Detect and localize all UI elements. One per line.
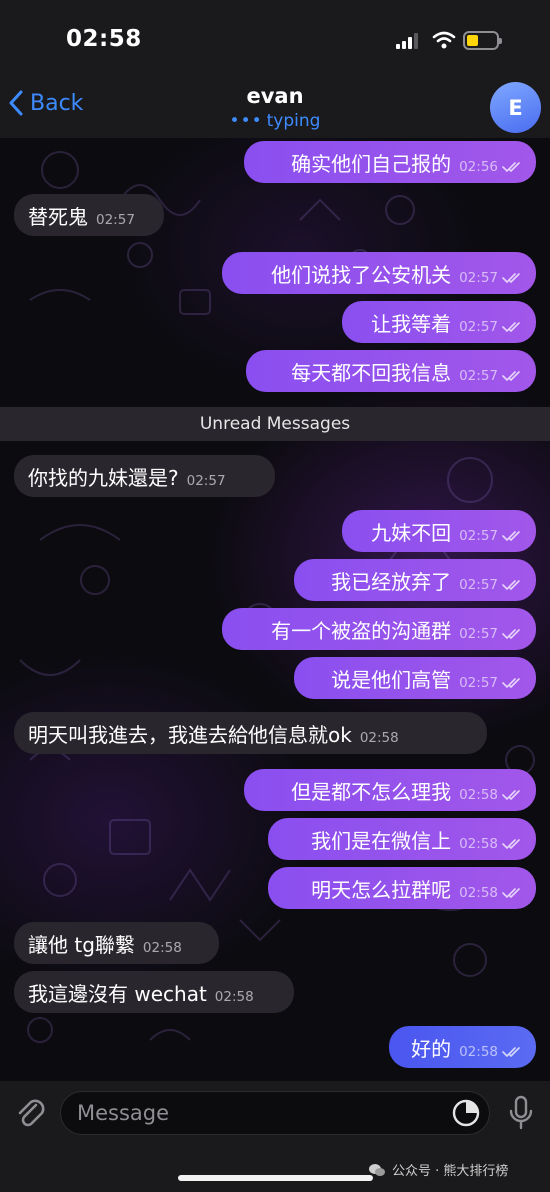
read-checks-icon xyxy=(502,371,520,382)
watermark-text: 公众号 · 熊大排行榜 xyxy=(392,1164,509,1179)
message-text: 你找的九妹還是? xyxy=(28,465,179,490)
message-time: 02:57 xyxy=(459,528,498,544)
chat-header: Back evan ••• typing E xyxy=(0,80,550,138)
outgoing-message[interactable]: 明天怎么拉群呢 02:58 xyxy=(268,867,536,909)
message-text: 我這邊沒有 wechat xyxy=(28,981,207,1006)
outgoing-message[interactable]: 确实他们自己报的 02:56 xyxy=(244,141,536,183)
message-time: 02:56 xyxy=(459,159,498,175)
outgoing-message[interactable]: 但是都不怎么理我 02:58 xyxy=(244,769,536,811)
message-text: 讓他 tg聯繫 xyxy=(28,932,135,957)
outgoing-message[interactable]: 让我等着 02:57 xyxy=(342,301,536,343)
read-checks-icon xyxy=(502,322,520,333)
cellular-signal-icon xyxy=(396,33,418,49)
message-text: 有一个被盗的沟通群 xyxy=(271,618,452,643)
message-placeholder: Message xyxy=(77,1101,170,1125)
typing-dots-icon: ••• xyxy=(229,111,263,131)
message-time: 02:57 xyxy=(459,270,498,286)
message-time: 02:57 xyxy=(459,577,498,593)
incoming-message[interactable]: 替死鬼 02:57 xyxy=(14,194,164,236)
message-time: 02:58 xyxy=(359,730,399,746)
battery-icon xyxy=(463,31,502,50)
outgoing-message[interactable]: 有一个被盗的沟通群 02:57 xyxy=(222,608,536,650)
read-checks-icon xyxy=(502,839,520,850)
outgoing-message[interactable]: 我们是在微信上 02:58 xyxy=(268,818,536,860)
message-time: 02:58 xyxy=(459,885,498,901)
message-time: 02:57 xyxy=(459,626,498,642)
message-time: 02:58 xyxy=(459,787,498,803)
incoming-message[interactable]: 你找的九妹還是? 02:57 xyxy=(14,455,275,497)
message-text: 他们说找了公安机关 xyxy=(271,262,452,287)
message-text: 确实他们自己报的 xyxy=(291,151,452,176)
message-time: 02:57 xyxy=(459,675,498,691)
incoming-message[interactable]: 明天叫我進去，我進去給他信息就ok 02:58 xyxy=(14,712,487,754)
outgoing-message[interactable]: 说是他们高管 02:57 xyxy=(294,657,536,699)
read-checks-icon xyxy=(502,629,520,640)
message-text: 让我等着 xyxy=(371,311,452,336)
typing-label: typing xyxy=(266,111,321,131)
sticker-icon[interactable] xyxy=(452,1099,480,1127)
read-checks-icon xyxy=(502,162,520,173)
message-time: 02:57 xyxy=(459,368,498,384)
message-text: 我已经放弃了 xyxy=(331,569,452,594)
outgoing-message[interactable]: 九妹不回 02:57 xyxy=(342,510,536,552)
message-time: 02:57 xyxy=(96,212,135,228)
incoming-message[interactable]: 讓他 tg聯繫 02:58 xyxy=(14,922,219,964)
composer-bar: Message 公众号 · 熊大排行榜 xyxy=(0,1081,550,1192)
outgoing-message[interactable]: 每天都不回我信息 02:57 xyxy=(246,350,536,392)
wifi-icon xyxy=(432,31,456,49)
message-time: 02:58 xyxy=(142,940,182,956)
message-time: 02:58 xyxy=(459,836,498,852)
message-text: 替死鬼 xyxy=(28,204,88,229)
status-time: 02:58 xyxy=(66,26,142,52)
status-bar: 02:58 xyxy=(0,0,550,80)
microphone-icon[interactable] xyxy=(508,1095,534,1131)
message-text: 但是都不怎么理我 xyxy=(291,779,452,804)
message-text: 好的 xyxy=(411,1036,452,1061)
message-text: 明天叫我進去，我進去給他信息就ok xyxy=(28,722,352,747)
read-checks-icon xyxy=(502,580,520,591)
message-input[interactable]: Message xyxy=(60,1091,490,1135)
unread-divider: Unread Messages xyxy=(0,407,550,441)
watermark: 公众号 · 熊大排行榜 xyxy=(368,1160,508,1179)
message-time: 02:57 xyxy=(186,473,226,489)
read-checks-icon xyxy=(502,888,520,899)
chat-status: ••• typing xyxy=(0,111,550,131)
read-checks-icon xyxy=(502,678,520,689)
chat-title[interactable]: evan xyxy=(0,84,550,108)
message-text: 说是他们高管 xyxy=(331,667,452,692)
avatar[interactable]: E xyxy=(490,82,541,133)
outgoing-message[interactable]: 好的 02:58 xyxy=(389,1026,536,1068)
message-text: 我们是在微信上 xyxy=(311,828,452,853)
read-checks-icon xyxy=(502,1047,520,1058)
home-indicator[interactable] xyxy=(178,1175,373,1181)
outgoing-message[interactable]: 他们说找了公安机关 02:57 xyxy=(222,252,536,294)
message-text: 明天怎么拉群呢 xyxy=(311,877,452,902)
message-text: 每天都不回我信息 xyxy=(291,360,452,385)
incoming-message[interactable]: 我這邊沒有 wechat 02:58 xyxy=(14,971,294,1013)
read-checks-icon xyxy=(502,273,520,284)
outgoing-message[interactable]: 我已经放弃了 02:57 xyxy=(294,559,536,601)
message-time: 02:57 xyxy=(459,319,498,335)
message-time: 02:58 xyxy=(214,989,254,1005)
read-checks-icon xyxy=(502,790,520,801)
message-time: 02:58 xyxy=(459,1044,498,1060)
attach-icon[interactable] xyxy=(14,1095,46,1131)
message-text: 九妹不回 xyxy=(371,520,452,545)
read-checks-icon xyxy=(502,531,520,542)
